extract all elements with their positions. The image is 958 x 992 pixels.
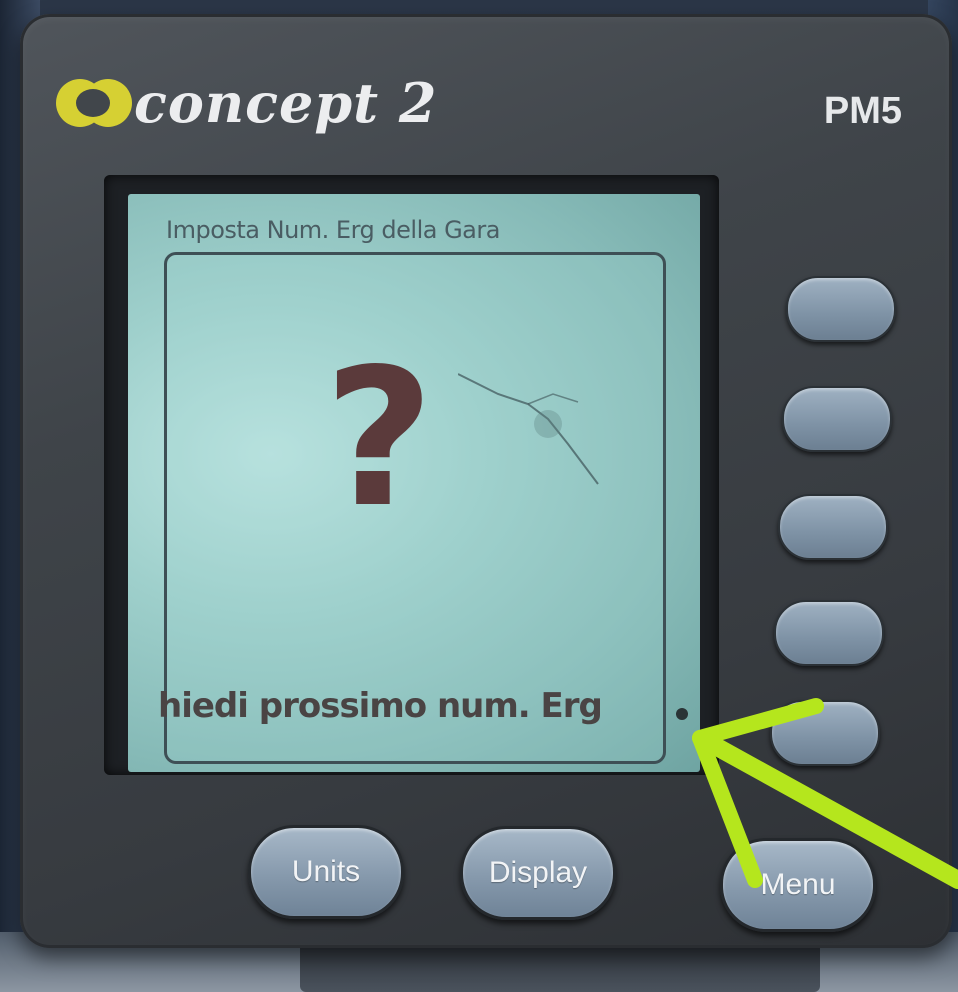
brand-name: concept 2: [134, 71, 438, 135]
screen-header: Imposta Num. Erg della Gara: [166, 216, 500, 244]
question-mark-symbol: ?: [323, 328, 435, 549]
side-button-1[interactable]: [786, 276, 896, 342]
menu-button[interactable]: Menu: [720, 838, 876, 932]
screen-scratch: [458, 373, 599, 485]
model-label: PM5: [823, 90, 902, 132]
units-button[interactable]: Units: [248, 825, 404, 919]
side-button-4[interactable]: [774, 600, 884, 666]
concept2-logo: concept 2: [56, 76, 437, 130]
concept2-logo-icon: [56, 79, 132, 127]
side-button-3[interactable]: [778, 494, 888, 560]
lcd-screen: Imposta Num. Erg della Gara ? hiedi pros…: [128, 194, 700, 772]
screen-footer-option: hiedi prossimo num. Erg: [158, 686, 603, 726]
selection-indicator-dot: [676, 708, 688, 720]
side-button-5[interactable]: [770, 700, 880, 766]
display-button[interactable]: Display: [460, 826, 616, 920]
side-button-2[interactable]: [782, 386, 892, 452]
